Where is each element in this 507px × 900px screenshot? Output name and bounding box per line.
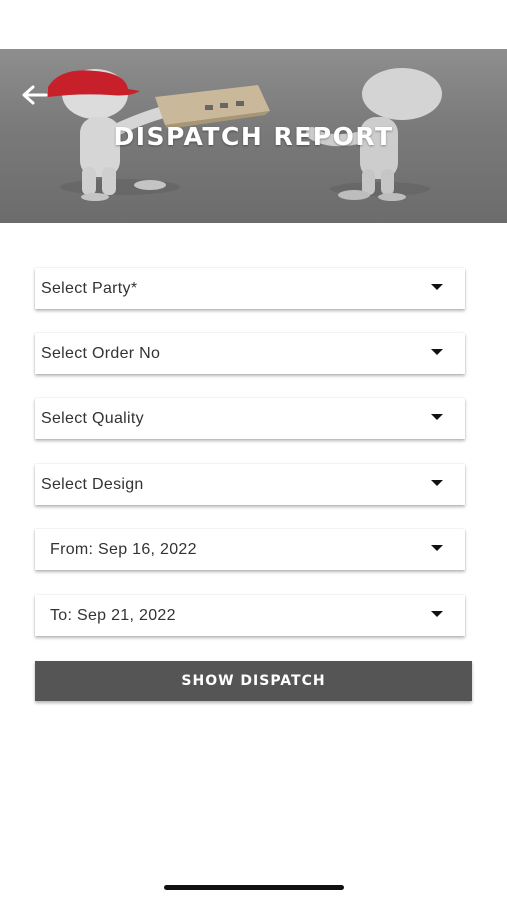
header-banner: DISPATCH REPORT bbox=[0, 49, 507, 223]
chevron-down-icon bbox=[431, 284, 443, 290]
chevron-down-icon bbox=[431, 414, 443, 420]
chevron-down-icon bbox=[431, 545, 443, 551]
party-dropdown-label: Select Party* bbox=[41, 279, 138, 297]
arrow-left-icon bbox=[22, 85, 48, 105]
chevron-down-icon bbox=[431, 611, 443, 617]
from-date-label: From: Sep 16, 2022 bbox=[50, 540, 197, 558]
design-dropdown[interactable]: Select Design bbox=[35, 464, 465, 505]
quality-dropdown-label: Select Quality bbox=[41, 409, 144, 427]
from-date-picker[interactable]: From: Sep 16, 2022 bbox=[35, 529, 465, 570]
design-dropdown-label: Select Design bbox=[41, 475, 144, 493]
quality-dropdown[interactable]: Select Quality bbox=[35, 398, 465, 439]
chevron-down-icon bbox=[431, 480, 443, 486]
home-indicator[interactable] bbox=[164, 885, 344, 890]
order-no-dropdown[interactable]: Select Order No bbox=[35, 333, 465, 374]
back-button[interactable] bbox=[14, 77, 54, 113]
order-no-dropdown-label: Select Order No bbox=[41, 344, 161, 362]
to-date-label: To: Sep 21, 2022 bbox=[50, 606, 176, 624]
page-title: DISPATCH REPORT bbox=[113, 122, 394, 151]
show-dispatch-button[interactable]: SHOW DISPATCH bbox=[35, 661, 472, 701]
party-dropdown[interactable]: Select Party* bbox=[35, 268, 465, 309]
to-date-picker[interactable]: To: Sep 21, 2022 bbox=[35, 595, 465, 636]
status-bar bbox=[0, 0, 507, 49]
chevron-down-icon bbox=[431, 349, 443, 355]
